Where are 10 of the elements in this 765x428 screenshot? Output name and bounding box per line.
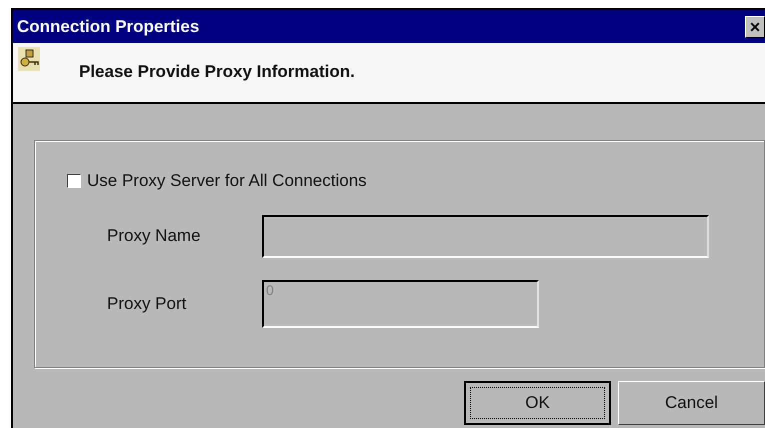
- field-label: Proxy Name: [107, 225, 202, 248]
- checkbox[interactable]: [67, 174, 81, 188]
- field-label: Proxy Port: [107, 292, 188, 315]
- dialog-button[interactable]: Cancel: [618, 381, 765, 425]
- window-title: Connection Properties: [17, 16, 200, 38]
- key-icon: [18, 47, 40, 71]
- checkbox-label: Use Proxy Server for All Connections: [87, 170, 367, 192]
- dialog-button[interactable]: OK: [464, 381, 611, 425]
- close-button[interactable]: ×: [745, 16, 765, 38]
- header-text: Please Provide Proxy Information.: [79, 61, 355, 83]
